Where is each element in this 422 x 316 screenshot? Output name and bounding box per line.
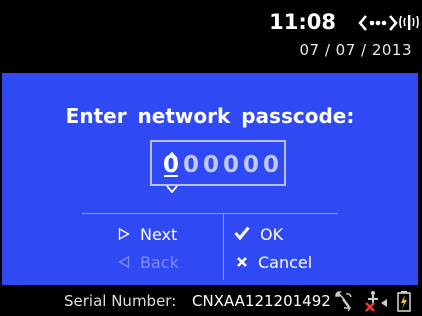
next-button[interactable]: Next: [118, 225, 177, 244]
passcode-input[interactable]: 0 0 0 0 0 0: [150, 140, 286, 194]
cancel-label: Cancel: [258, 253, 313, 272]
signal-icon: [398, 12, 420, 38]
passcode-digit[interactable]: 0: [221, 152, 241, 178]
connection-dots-icon: [358, 13, 398, 37]
back-button[interactable]: Back: [118, 253, 179, 272]
x-icon: [236, 253, 248, 272]
passcode-digit[interactable]: 0: [241, 152, 261, 178]
next-label: Next: [140, 225, 178, 244]
status-bar: 11:08 07 / 07 / 2013: [0, 0, 422, 70]
checkmark-icon: [234, 225, 250, 244]
passcode-digit[interactable]: 0: [201, 152, 221, 178]
clock-time: 11:08: [269, 10, 336, 34]
ok-label: OK: [260, 225, 284, 244]
passcode-dialog: Enter network passcode: 0 0 0 0 0 0 Next…: [2, 73, 418, 285]
network-error-icon: [364, 290, 390, 316]
cancel-button[interactable]: Cancel: [236, 253, 312, 272]
wrench-status-icon: [334, 290, 354, 316]
active-digit-underline: [164, 175, 178, 177]
divider-vertical: [223, 214, 224, 280]
play-outline-icon: [118, 225, 130, 244]
decrement-caret-icon[interactable]: [166, 178, 178, 197]
dialog-prompt: Enter network passcode:: [65, 104, 355, 128]
serial-number-value: CNXAA121201492: [192, 292, 331, 310]
back-outline-icon: [118, 253, 130, 272]
ok-button[interactable]: OK: [234, 225, 283, 244]
battery-icon: [396, 290, 412, 316]
passcode-digit[interactable]: 0: [181, 152, 201, 178]
date-display: 07 / 07 / 2013: [299, 41, 412, 59]
passcode-digit[interactable]: 0: [261, 152, 281, 178]
back-label: Back: [140, 253, 179, 272]
footer-bar: Serial Number: CNXAA121201492: [0, 287, 422, 316]
divider-horizontal: [82, 213, 338, 214]
serial-number-label: Serial Number:: [64, 292, 177, 310]
